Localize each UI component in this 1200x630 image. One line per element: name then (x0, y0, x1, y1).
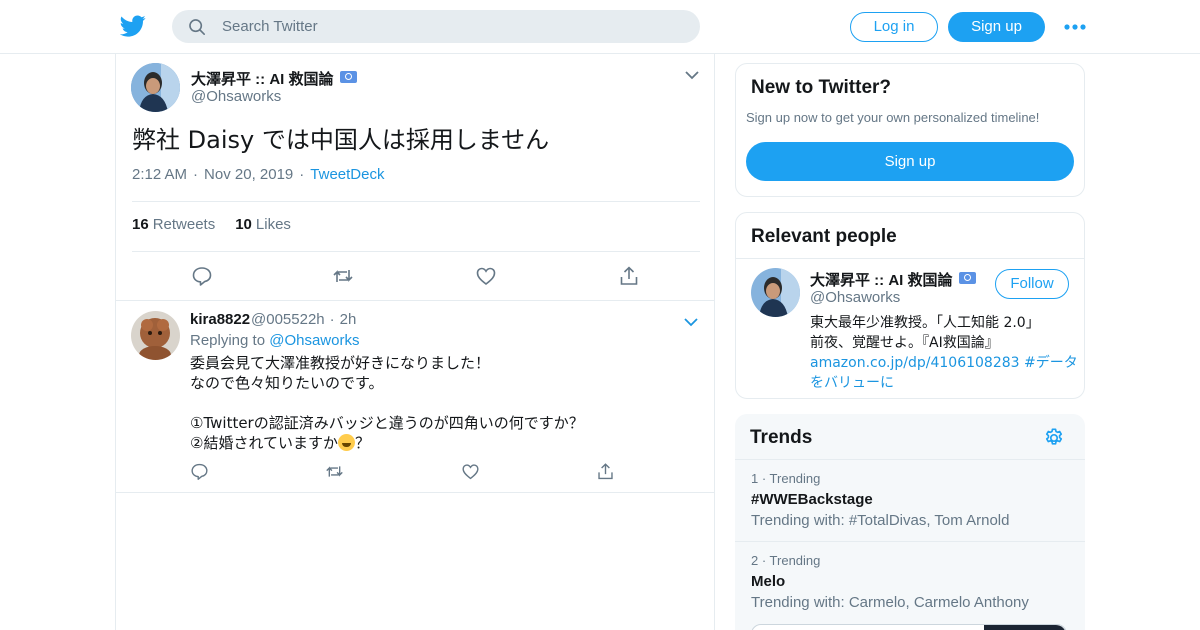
trend-context: Trending with: #TotalDivas, Tom Arnold (751, 512, 1010, 529)
login-button[interactable]: Log in (850, 12, 938, 42)
trend-context: Trending with: Carmelo, Carmelo Anthony (751, 594, 1029, 611)
author-name[interactable]: 大澤昇平 :: AI 救国論 (191, 68, 357, 89)
likes-count: 10 (235, 216, 252, 233)
un-flag-icon (958, 272, 976, 284)
reply-tweet[interactable]: kira8822 @005522h · 2h Replying to @Ohsawo… (116, 301, 714, 493)
trend-media-card[interactable] (751, 624, 1067, 630)
trend-item[interactable]: 1 · Trending #WWEBackstage Trending with… (735, 459, 1085, 541)
main-tweet: 大澤昇平 :: AI 救国論 @Ohsaworks 弊社 Daisy では中国人… (116, 54, 714, 301)
share-icon[interactable] (618, 265, 640, 287)
replying-to-link[interactable]: @Ohsaworks (269, 332, 359, 349)
reply-icon[interactable] (191, 265, 213, 287)
avatar[interactable] (131, 63, 180, 112)
trend-name[interactable]: #WWEBackstage (751, 491, 873, 508)
avatar-photo-icon (131, 63, 180, 112)
chevron-down-icon[interactable] (685, 70, 699, 80)
tweet-meta: 2:12 AM · Nov 20, 2019 · TweetDeck (132, 166, 384, 183)
avatar-photo-icon (751, 268, 800, 317)
follow-button[interactable]: Follow (995, 269, 1069, 299)
trend-thumbnail (984, 625, 1066, 630)
tweet-source-link[interactable]: TweetDeck (310, 166, 384, 183)
twitter-bird-logo-icon[interactable] (120, 13, 146, 39)
divider (736, 258, 1084, 259)
trend-item[interactable]: 2 · Trending Melo Trending with: Carmelo… (735, 541, 1085, 630)
search-icon (189, 19, 206, 36)
timeline-column: 大澤昇平 :: AI 救国論 @Ohsaworks 弊社 Daisy では中国人… (115, 54, 715, 630)
more-dots-icon[interactable] (1064, 18, 1086, 36)
tweet-date[interactable]: Nov 20, 2019 (204, 166, 293, 183)
reply-line-text: ②結婚されていますか (190, 434, 338, 452)
bio-line: 前夜、覚醒せよ。『AI救国論』 (810, 335, 999, 351)
like-heart-icon[interactable] (461, 462, 480, 481)
chevron-down-icon[interactable] (684, 317, 698, 327)
bio-hashtag[interactable]: をバリューに (810, 373, 1078, 393)
reply-line: 委員会見て大澤准教授が好きになりました！ (190, 354, 491, 372)
author-handle[interactable]: @Ohsaworks (191, 88, 281, 105)
retweets-stat[interactable]: 16 Retweets (132, 216, 215, 233)
retweets-count: 16 (132, 216, 149, 233)
reply-icon[interactable] (190, 462, 209, 481)
tweet-text: 弊社 Daisy では中国人は採用しません (132, 126, 550, 154)
trend-rank: 1 · Trending (751, 471, 821, 486)
separator-dot: · (299, 166, 305, 183)
relevant-people-card: Relevant people 大澤昇平 :: AI 救国論 @Ohsawork… (735, 212, 1085, 399)
reply-line-suffix: ？ (355, 434, 371, 452)
reply-text: 委員会見て大澤准教授が好きになりました！ なので色々知りたいのです。 ①Twit… (190, 353, 584, 453)
avatar[interactable] (131, 311, 180, 360)
person-name[interactable]: 大澤昇平 :: AI 救国論 (810, 269, 976, 290)
bio-line: 東大最年少准教授。「人工知能 2.0」 (810, 315, 1040, 331)
person-name-text: 大澤昇平 :: AI 救国論 (810, 272, 953, 289)
likes-label: Likes (255, 216, 291, 233)
tweet-age[interactable]: 2h (340, 311, 357, 328)
likes-stat[interactable]: 10 Likes (235, 216, 291, 233)
search-box[interactable] (172, 10, 700, 43)
author-name[interactable]: kira8822 (190, 311, 250, 328)
tweet-time[interactable]: 2:12 AM (132, 166, 187, 183)
reply-line: ②結婚されていますか ？ (190, 433, 584, 453)
reply-handle-and-age: @005522h · 2h (251, 311, 356, 328)
avatar[interactable] (751, 268, 800, 317)
search-input[interactable] (222, 10, 682, 43)
share-icon[interactable] (596, 462, 615, 481)
retweets-label: Retweets (152, 216, 216, 233)
separator-dot: · (193, 166, 199, 183)
author-handle[interactable]: @005522h (251, 311, 325, 328)
settings-gear-icon[interactable] (1043, 427, 1065, 449)
grinning-squinting-emoji-icon (338, 434, 355, 451)
author-name-text: 大澤昇平 :: AI 救国論 (191, 71, 334, 88)
person-bio: 東大最年少准教授。「人工知能 2.0」 前夜、覚醒せよ。『AI救国論』 amaz… (810, 313, 1078, 393)
avatar-photo-icon (131, 311, 180, 360)
reply-line (190, 393, 584, 413)
separator-dot: · (329, 311, 335, 328)
reply-line: なので色々知りたいのです。 (190, 374, 384, 392)
bio-hashtag[interactable]: #データ (1024, 355, 1078, 371)
tweet-stats: 16 Retweets 10 Likes (132, 216, 291, 233)
trends-card: Trends 1 · Trending #WWEBackstage Trendi… (735, 414, 1085, 630)
bio-link[interactable]: amazon.co.jp/dp/4106108283 (810, 355, 1020, 371)
person-handle[interactable]: @Ohsaworks (810, 289, 900, 306)
replying-to: Replying to @Ohsaworks (190, 332, 359, 349)
retweet-icon[interactable] (332, 265, 354, 287)
new-to-twitter-subtitle: Sign up now to get your own personalized… (746, 110, 1040, 125)
divider (132, 251, 700, 252)
divider (132, 201, 700, 202)
replying-to-label: Replying to (190, 332, 266, 349)
new-to-twitter-card: New to Twitter? Sign up now to get your … (735, 63, 1085, 197)
new-to-twitter-title: New to Twitter? (751, 77, 892, 98)
like-heart-icon[interactable] (475, 265, 497, 287)
top-navigation-bar: Log in Sign up (0, 0, 1200, 54)
trend-rank: 2 · Trending (751, 553, 821, 568)
trend-name[interactable]: Melo (751, 573, 785, 590)
retweet-icon[interactable] (325, 462, 344, 481)
relevant-people-title: Relevant people (751, 226, 897, 247)
signup-button[interactable]: Sign up (948, 12, 1045, 42)
sidebar-signup-button[interactable]: Sign up (746, 142, 1074, 181)
reply-line: ①Twitterの認証済みバッジと違うのが四角いの何ですか？ (190, 414, 584, 432)
un-flag-icon (339, 71, 357, 83)
trends-title: Trends (750, 427, 813, 448)
